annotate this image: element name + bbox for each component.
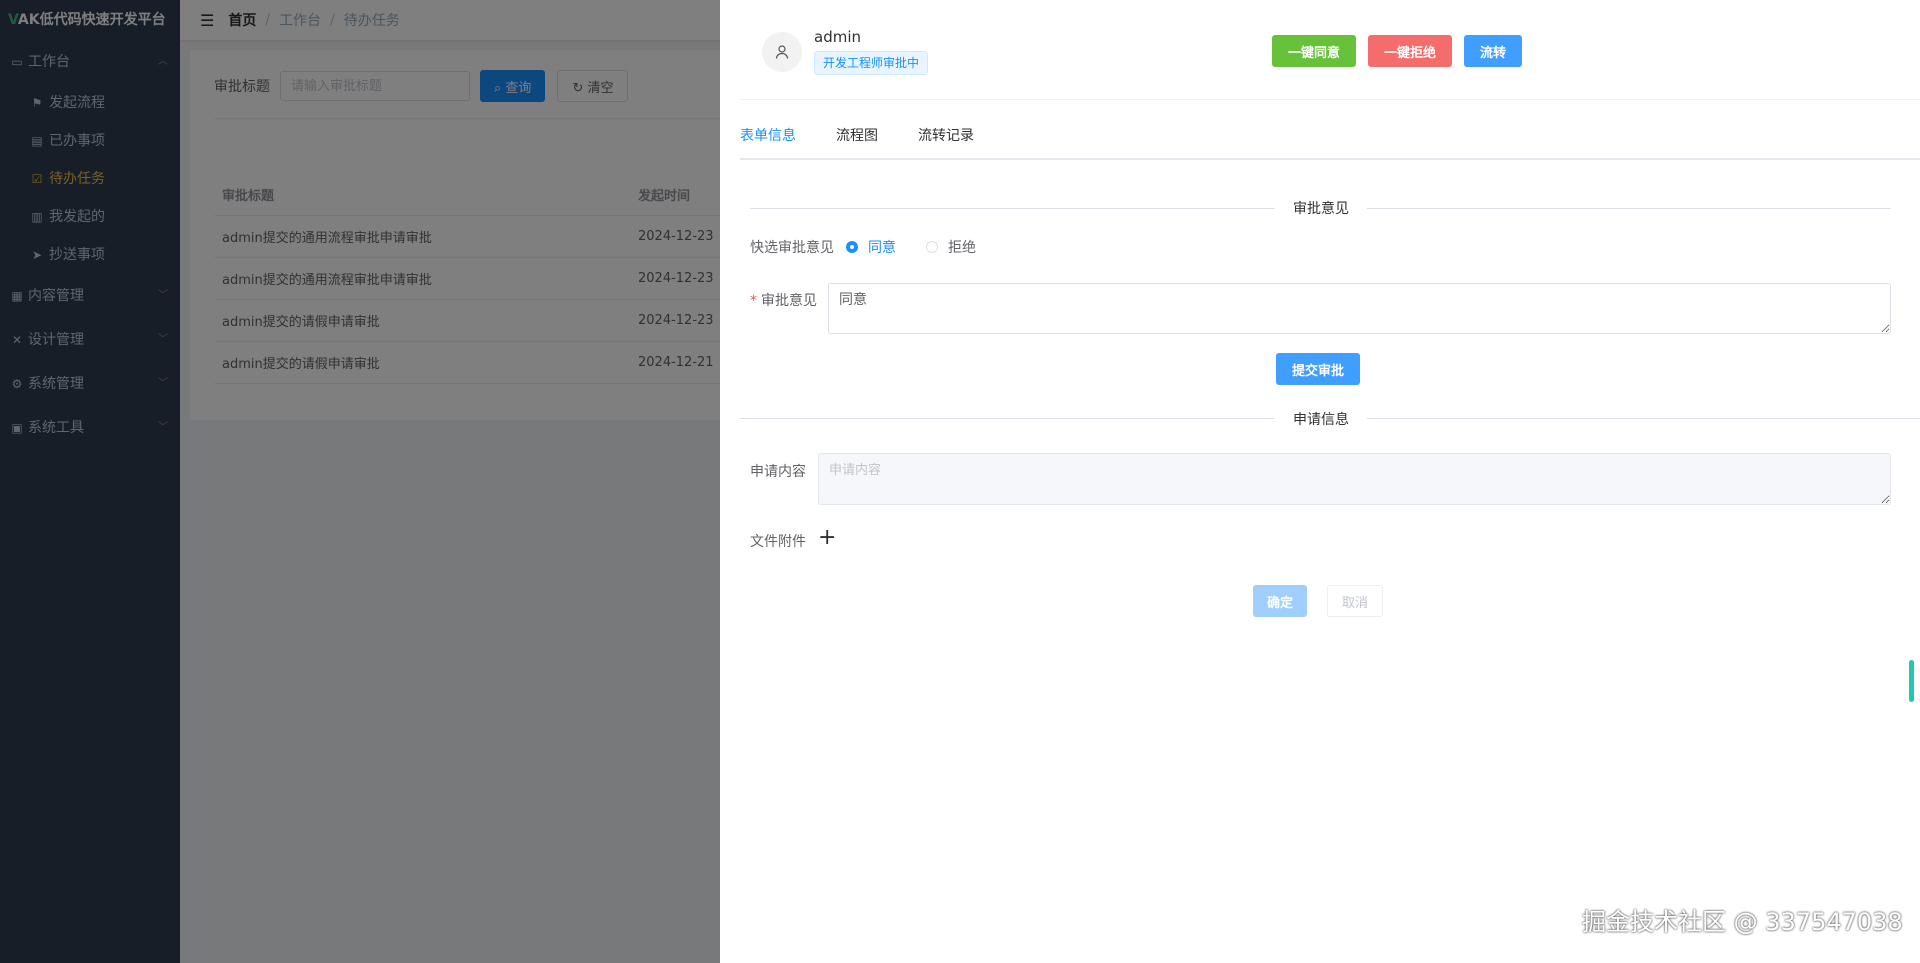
approval-drawer: admin 开发工程师审批中 一键同意 一键拒绝 流转 表单信息 流程图 流转记…	[720, 0, 1920, 963]
approve-all-button[interactable]: 一键同意	[1272, 35, 1357, 67]
radio-agree[interactable]: 同意	[846, 237, 896, 257]
scroll-indicator[interactable]	[1909, 660, 1914, 702]
tabs-divider	[740, 158, 1920, 160]
radio-agree-label: 同意	[868, 240, 896, 256]
opinion-textarea[interactable]: 同意	[828, 283, 1891, 334]
status-badge: 开发工程师审批中	[814, 51, 929, 75]
username: admin	[814, 28, 861, 46]
watermark: 掘金技术社区 @ 337547038	[1582, 908, 1903, 936]
quick-opinion-label: 快选审批意见	[750, 240, 834, 256]
attachment-label: 文件附件	[750, 534, 806, 550]
add-attachment-icon[interactable]: +	[818, 524, 836, 552]
apply-content-label: 申请内容	[750, 464, 806, 480]
apply-content-textarea[interactable]	[818, 453, 1891, 505]
user-avatar-icon	[762, 31, 802, 72]
opinion-label: * 审批意见	[750, 290, 817, 310]
tab-form-info[interactable]: 表单信息	[740, 126, 796, 160]
cancel-button[interactable]: 取消	[1327, 585, 1384, 617]
quick-opinion-row: 快选审批意见 同意 拒绝	[750, 237, 1006, 257]
applicant-header: admin 开发工程师审批中	[762, 28, 929, 75]
submit-approval-button[interactable]: 提交审批	[1276, 353, 1361, 385]
drawer-tabs: 表单信息 流程图 流转记录	[740, 126, 1014, 160]
tab-flowchart[interactable]: 流程图	[836, 126, 878, 158]
user-info: admin 开发工程师审批中	[814, 28, 929, 75]
section-title-approval: 审批意见	[1275, 198, 1367, 218]
tab-flow-records[interactable]: 流转记录	[918, 126, 974, 158]
radio-checked-icon	[846, 241, 858, 253]
header-divider	[740, 99, 1920, 100]
radio-unchecked-icon	[926, 241, 938, 253]
radio-reject-label: 拒绝	[948, 240, 976, 256]
section-title-apply: 申请信息	[1275, 409, 1367, 429]
user-icon	[775, 44, 789, 59]
reject-all-button[interactable]: 一键拒绝	[1368, 35, 1453, 67]
action-buttons: 一键同意 一键拒绝 流转	[1272, 35, 1534, 67]
confirm-button[interactable]: 确定	[1253, 585, 1308, 617]
transfer-button[interactable]: 流转	[1464, 35, 1523, 67]
radio-reject[interactable]: 拒绝	[926, 237, 976, 257]
opinion-label-text: 审批意见	[761, 293, 817, 309]
required-asterisk: *	[750, 293, 757, 309]
